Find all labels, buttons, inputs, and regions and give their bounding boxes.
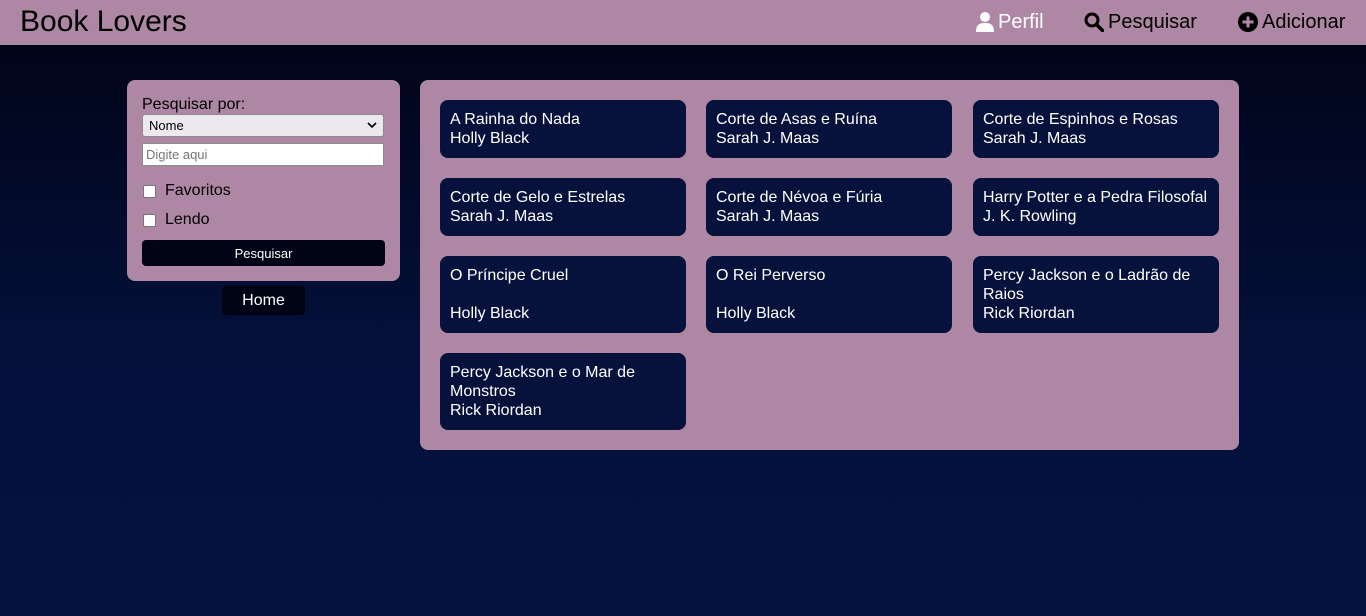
book-author: Rick Riordan xyxy=(450,402,542,419)
book-author: Holly Black xyxy=(450,130,530,147)
book-author: Sarah J. Maas xyxy=(716,208,820,225)
book-title: O Príncipe Cruel xyxy=(450,267,569,284)
book-card[interactable]: Percy Jackson e o Mar de Monstros Rick R… xyxy=(440,353,686,430)
favoritos-label: Favoritos xyxy=(165,182,231,199)
top-navbar: Book Lovers Perfil Pesquisar Adicionar xyxy=(0,0,1366,45)
book-card[interactable]: A Rainha do Nada Holly Black xyxy=(440,100,686,158)
book-title: Corte de Gelo e Estrelas xyxy=(450,189,626,206)
brand-title[interactable]: Book Lovers xyxy=(20,4,187,40)
book-author: Rick Riordan xyxy=(983,305,1075,322)
search-input[interactable] xyxy=(142,143,384,166)
nav-perfil[interactable]: Perfil xyxy=(976,10,1044,34)
plus-circle-icon xyxy=(1238,12,1258,32)
book-author: Sarah J. Maas xyxy=(983,130,1087,147)
book-card[interactable]: Corte de Gelo e Estrelas Sarah J. Maas xyxy=(440,178,686,236)
search-panel: Pesquisar por: Nome Favoritos Lendo Pesq… xyxy=(127,80,400,281)
book-title: Corte de Névoa e Fúria xyxy=(716,189,883,206)
lendo-checkbox[interactable] xyxy=(143,213,156,227)
nav-perfil-label: Perfil xyxy=(998,11,1044,33)
book-card[interactable]: O Rei Perverso Holly Black xyxy=(706,256,952,333)
book-card[interactable]: Corte de Espinhos e Rosas Sarah J. Maas xyxy=(973,100,1219,158)
search-button[interactable]: Pesquisar xyxy=(142,240,385,266)
book-author: Sarah J. Maas xyxy=(716,130,820,147)
nav-pesquisar-label: Pesquisar xyxy=(1108,11,1197,33)
lendo-label: Lendo xyxy=(165,211,210,228)
nav-adicionar-label: Adicionar xyxy=(1262,11,1346,33)
book-author: Holly Black xyxy=(450,305,530,322)
nav-pesquisar[interactable]: Pesquisar xyxy=(1084,10,1197,34)
favoritos-option[interactable]: Favoritos xyxy=(143,182,231,200)
book-title: O Rei Perverso xyxy=(716,267,826,284)
nav-adicionar[interactable]: Adicionar xyxy=(1238,10,1345,34)
book-card[interactable]: O Príncipe Cruel Holly Black xyxy=(440,256,686,333)
book-title: A Rainha do Nada xyxy=(450,111,580,128)
search-by-label: Pesquisar por: xyxy=(142,96,246,113)
book-author: Holly Black xyxy=(716,305,796,322)
books-panel: A Rainha do Nada Holly Black Corte de As… xyxy=(420,80,1239,450)
home-button[interactable]: Home xyxy=(222,286,305,315)
book-card[interactable]: Percy Jackson e o Ladrão de Raios Rick R… xyxy=(973,256,1219,333)
book-title: Percy Jackson e o Ladrão de Raios xyxy=(983,267,1191,303)
chevron-down-icon xyxy=(367,122,377,129)
book-author: Sarah J. Maas xyxy=(450,208,554,225)
book-card[interactable]: Corte de Asas e Ruína Sarah J. Maas xyxy=(706,100,952,158)
book-title: Corte de Asas e Ruína xyxy=(716,111,877,128)
favoritos-checkbox[interactable] xyxy=(143,184,156,198)
lendo-option[interactable]: Lendo xyxy=(143,211,210,229)
search-by-select[interactable]: Nome xyxy=(142,114,384,137)
book-card[interactable]: Corte de Névoa e Fúria Sarah J. Maas xyxy=(706,178,952,236)
book-title: Percy Jackson e o Mar de Monstros xyxy=(450,364,635,400)
book-title: Corte de Espinhos e Rosas xyxy=(983,111,1178,128)
user-icon xyxy=(976,12,994,32)
book-author: J. K. Rowling xyxy=(983,208,1077,225)
book-card[interactable]: Harry Potter e a Pedra Filosofal J. K. R… xyxy=(973,178,1219,236)
book-title: Harry Potter e a Pedra Filosofal xyxy=(983,189,1208,206)
search-by-selected-value: Nome xyxy=(149,118,184,133)
search-icon xyxy=(1084,12,1104,32)
